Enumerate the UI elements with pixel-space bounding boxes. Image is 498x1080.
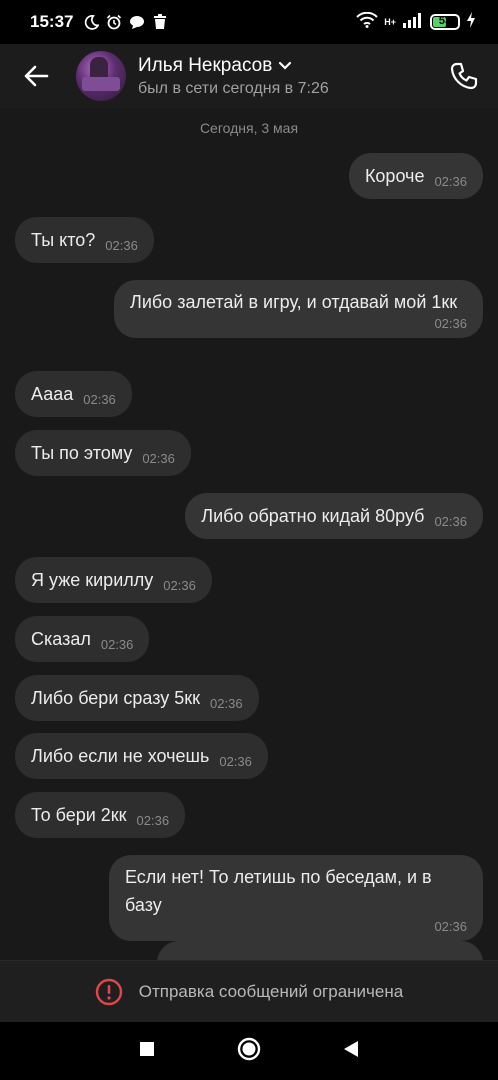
message-text: Либо залетай в игру, и отдавай мой 1кк <box>130 292 458 312</box>
message-list[interactable]: Сегодня, 3 мая Короче 02:36 Ты кто? 02:3… <box>0 108 498 960</box>
status-left-icons <box>83 14 168 30</box>
alarm-icon <box>106 14 122 30</box>
message-bubble-incoming[interactable]: То бери 2кк 02:36 <box>15 792 186 838</box>
message-time: 02:36 <box>434 919 467 934</box>
contact-name: Илья Некрасов <box>138 54 273 76</box>
message-text: Я уже кириллу <box>31 570 154 590</box>
message-time: 02:36 <box>136 813 170 828</box>
message-bubble-outgoing[interactable]: Либо обратно кидай 80руб 02:36 <box>185 493 483 539</box>
chat-screen: 15:37 H+ 53 Илья Некрасов был в сети сег… <box>0 0 498 1080</box>
recents-button[interactable] <box>139 1041 155 1062</box>
message-bubble-outgoing[interactable]: Либо залетай в игру, и отдавай мой 1кк 0… <box>114 280 483 338</box>
arrow-left-icon <box>24 65 49 87</box>
status-time: 15:37 <box>30 12 74 31</box>
last-seen-status: был в сети сегодня в 7:26 <box>138 79 329 97</box>
message-time: 02:36 <box>210 696 243 711</box>
message-time: 02:36 <box>100 637 134 652</box>
message-bubble-partial[interactable] <box>157 941 483 960</box>
message-time: 02:36 <box>163 578 196 593</box>
wifi-icon <box>356 11 378 33</box>
battery-indicator: 53 <box>430 14 460 30</box>
message-bubble-incoming[interactable]: Сказал 02:36 <box>15 616 150 662</box>
message-text: Ты кто? <box>31 230 96 250</box>
message-bubble-incoming[interactable]: Ты кто? 02:36 <box>15 217 154 263</box>
message-text: Либо если не хочешь <box>31 746 210 766</box>
message-bubble-incoming[interactable]: Либо бери сразу 5кк 02:36 <box>15 675 259 721</box>
date-separator: Сегодня, 3 мая <box>199 120 299 136</box>
home-button[interactable] <box>237 1037 261 1066</box>
message-text: Либо бери сразу 5кк <box>31 688 201 708</box>
message-text: Аааа <box>31 384 74 404</box>
message-bubble-incoming[interactable]: Аааа 02:36 <box>15 371 132 417</box>
call-button[interactable] <box>436 48 492 104</box>
message-bubble-outgoing[interactable]: Если нет! То летишь по беседам, и в базу… <box>109 855 483 941</box>
message-text: Либо обратно кидай 80руб <box>201 506 425 526</box>
message-bubble-outgoing[interactable]: Короче 02:36 <box>348 153 483 199</box>
message-time: 02:36 <box>83 392 116 407</box>
triangle-left-icon <box>344 1040 358 1057</box>
message-time: 02:36 <box>142 451 175 466</box>
message-time: 02:36 <box>434 316 467 331</box>
message-text: Короче <box>364 166 425 186</box>
status-bar: 15:37 H+ 53 <box>0 0 498 44</box>
message-bubble-incoming[interactable]: Ты по этому 02:36 <box>15 430 191 476</box>
charging-icon <box>466 11 476 33</box>
square-icon <box>140 1041 154 1056</box>
chat-header: Илья Некрасов был в сети сегодня в 7:26 <box>0 44 498 108</box>
message-time: 02:36 <box>105 238 138 253</box>
message-notification-icon <box>129 14 145 30</box>
message-time: 02:36 <box>434 174 467 189</box>
message-text: То бери 2кк <box>31 805 127 825</box>
restricted-text: Отправка сообщений ограничена <box>138 981 404 1001</box>
message-time: 02:36 <box>219 754 252 769</box>
system-nav-bar <box>0 1022 498 1080</box>
trash-icon <box>152 14 168 30</box>
message-time: 02:36 <box>434 514 467 529</box>
status-right-icons: H+ 53 <box>356 11 476 33</box>
chevron-down-icon <box>279 61 292 70</box>
circle-icon <box>237 1037 261 1060</box>
signal-icon <box>402 12 424 33</box>
message-text: Сказал <box>31 629 91 649</box>
nav-back-button[interactable] <box>343 1040 359 1063</box>
message-text: Ты по этому <box>31 443 133 463</box>
battery-percent: 53 <box>438 15 452 27</box>
message-text: Если нет! То летишь по беседам, и в базу <box>125 867 432 915</box>
messaging-restricted-banner: Отправка сообщений ограничена <box>0 960 498 1022</box>
moon-icon <box>83 14 99 30</box>
message-bubble-incoming[interactable]: Либо если не хочешь 02:36 <box>15 733 268 779</box>
network-type: H+ <box>384 17 396 27</box>
alert-circle-icon <box>95 978 122 1005</box>
phone-icon <box>450 62 478 90</box>
message-bubble-incoming[interactable]: Я уже кириллу 02:36 <box>15 557 212 603</box>
avatar[interactable] <box>76 51 126 101</box>
back-button[interactable] <box>8 48 64 104</box>
contact-info[interactable]: Илья Некрасов был в сети сегодня в 7:26 <box>138 55 329 98</box>
